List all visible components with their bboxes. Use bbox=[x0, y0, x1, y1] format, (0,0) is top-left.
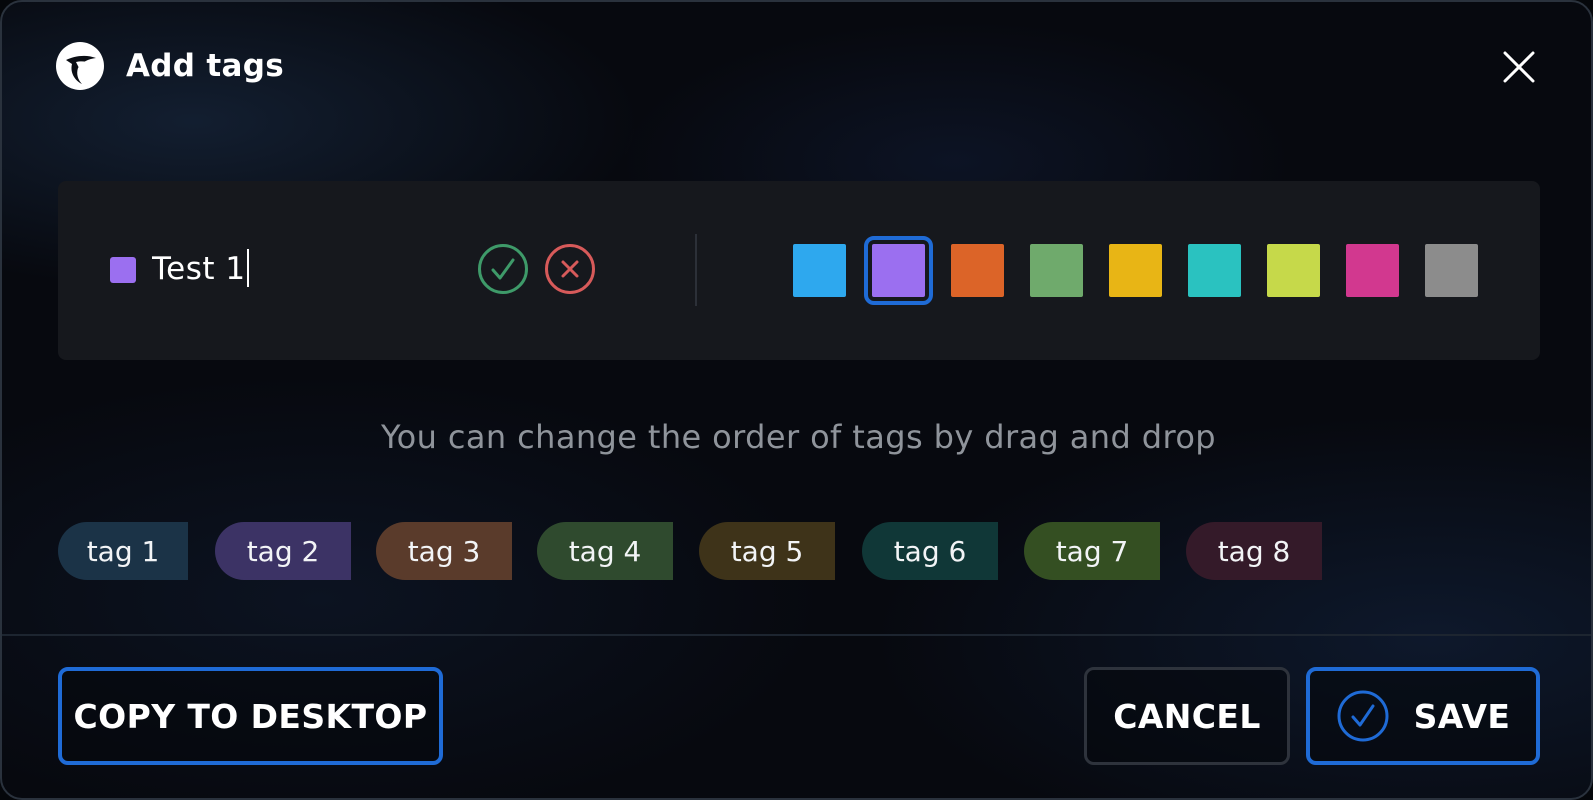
tag-chip[interactable]: tag 7 bbox=[1024, 522, 1160, 580]
check-circle-icon bbox=[1337, 690, 1389, 742]
tag-chip-label: tag 3 bbox=[407, 534, 481, 568]
dialog-title: Add tags bbox=[126, 48, 284, 84]
x-circle-icon[interactable] bbox=[544, 243, 596, 295]
save-label: SAVE bbox=[1413, 696, 1511, 736]
tag-chip-label: tag 2 bbox=[246, 534, 320, 568]
tag-chip[interactable]: tag 5 bbox=[699, 522, 835, 580]
color-swatch-yellow[interactable] bbox=[1109, 244, 1162, 297]
tag-chip-label: tag 4 bbox=[568, 534, 642, 568]
color-swatch-purple[interactable] bbox=[864, 236, 933, 305]
tag-chip[interactable]: tag 3 bbox=[376, 522, 512, 580]
tag-chip-label: tag 1 bbox=[86, 534, 160, 568]
color-swatch-pink[interactable] bbox=[1346, 244, 1399, 297]
tag-name-input[interactable] bbox=[152, 241, 452, 297]
color-swatch-lime[interactable] bbox=[1267, 244, 1320, 297]
color-swatch-teal[interactable] bbox=[1188, 244, 1241, 297]
cancel-button[interactable]: CANCEL bbox=[1084, 667, 1290, 765]
save-button[interactable]: SAVE bbox=[1306, 667, 1540, 765]
app-logo-icon bbox=[56, 42, 104, 90]
tag-chip-label: tag 8 bbox=[1217, 534, 1291, 568]
close-icon[interactable] bbox=[1502, 50, 1536, 84]
tag-chip[interactable]: tag 2 bbox=[215, 522, 351, 580]
footer-divider bbox=[2, 634, 1591, 636]
add-tags-dialog: Add tags You can change the order of t bbox=[0, 0, 1593, 800]
tag-chip[interactable]: tag 6 bbox=[862, 522, 998, 580]
tag-chip-label: tag 5 bbox=[730, 534, 804, 568]
color-swatch-blue[interactable] bbox=[793, 244, 846, 297]
tag-chip[interactable]: tag 4 bbox=[537, 522, 673, 580]
text-caret bbox=[247, 249, 249, 287]
color-swatch-grey[interactable] bbox=[1425, 244, 1478, 297]
drag-hint-text: You can change the order of tags by drag… bbox=[380, 418, 1217, 456]
tag-chip-label: tag 7 bbox=[1055, 534, 1129, 568]
tag-chip[interactable]: tag 1 bbox=[58, 522, 188, 580]
check-circle-icon[interactable] bbox=[477, 243, 529, 295]
tag-chip-label: tag 6 bbox=[893, 534, 967, 568]
copy-to-desktop-label: COPY TO DESKTOP bbox=[73, 696, 428, 736]
tag-chip[interactable]: tag 8 bbox=[1186, 522, 1322, 580]
color-swatch-orange[interactable] bbox=[951, 244, 1004, 297]
panel-divider bbox=[695, 234, 697, 306]
tag-editor-panel bbox=[58, 181, 1540, 360]
cancel-label: CANCEL bbox=[1113, 696, 1261, 736]
current-color-indicator bbox=[110, 257, 136, 283]
color-swatch-green[interactable] bbox=[1030, 244, 1083, 297]
copy-to-desktop-button[interactable]: COPY TO DESKTOP bbox=[58, 667, 443, 765]
